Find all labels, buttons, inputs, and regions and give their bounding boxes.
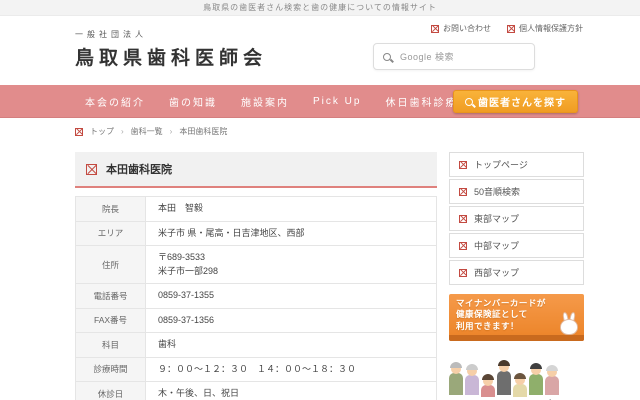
google-search-input[interactable]: Google 検索 — [373, 43, 535, 70]
clinic-title-header: 本田歯科医院 — [75, 152, 437, 188]
sidebar-item-label: 中部マップ — [474, 241, 520, 251]
site-title: 鳥取県歯科医師会 — [75, 48, 268, 69]
sidebar-item-label: 50音順検索 — [474, 187, 521, 197]
row-value: 本田 智毅 — [158, 203, 204, 213]
find-dentist-button[interactable]: 歯医者さんを探す — [453, 90, 578, 113]
privacy-policy-link[interactable]: 個人情報保護方針 — [507, 23, 583, 34]
nav-item-holiday-care[interactable]: 休日歯科診療 — [385, 94, 457, 109]
menu-icon — [459, 160, 467, 169]
clinic-detail-panel: 本田歯科医院 院長 本田 智毅 エリア 米子市 県・尾高・日吉津地区、西部 住所… — [75, 152, 437, 400]
row-label: FAX番号 — [76, 308, 146, 332]
sidebar-item-syllabary-search[interactable]: 50音順検索 — [449, 179, 584, 204]
clinic-name-title: 本田歯科医院 — [106, 164, 172, 176]
sidebar-item-central-map[interactable]: 中部マップ — [449, 233, 584, 258]
breadcrumb: トップ › 歯科一覧 › 本田歯科医院 — [0, 118, 640, 144]
org-type-label: 一般社団法人 — [75, 30, 147, 39]
table-row-fax: FAX番号 0859-37-1356 — [76, 308, 436, 333]
row-value: 0859-37-1356 — [158, 314, 215, 325]
contact-link-label: お問い合わせ — [443, 24, 491, 33]
table-row-subject: 科目 歯科 — [76, 333, 436, 358]
clinic-info-table: 院長 本田 智毅 エリア 米子市 県・尾高・日吉津地区、西部 住所 〒689-3… — [75, 196, 437, 400]
sidebar-item-label: 東部マップ — [474, 214, 520, 224]
home-icon — [75, 127, 83, 136]
menu-icon — [459, 268, 467, 277]
row-value: 米子市 県・尾高・日吉津地区、西部 — [158, 227, 305, 238]
search-placeholder: Google 検索 — [400, 52, 455, 62]
sidebar-item-label: 西部マップ — [474, 268, 520, 278]
banner-line: マイナンバーカードが — [456, 298, 546, 308]
table-row-closed-days: 休診日 木・午後、日、祝日 — [76, 382, 436, 400]
menu-icon — [459, 241, 467, 250]
clinic-icon — [86, 163, 97, 175]
breadcrumb-top[interactable]: トップ — [90, 126, 114, 137]
find-dentist-button-label: 歯医者さんを探す — [478, 98, 566, 109]
row-label: 住所 — [76, 246, 146, 283]
row-value: 歯科 — [158, 339, 177, 349]
nav-item-facilities[interactable]: 施設案内 — [241, 94, 289, 109]
contact-icon — [431, 24, 439, 33]
table-row-hours: 診療時間 ９：００～１２：３０ １４：００～１８：３０ — [76, 357, 436, 382]
sidebar: トップページ 50音順検索 東部マップ 中部マップ 西部マップ マイナンバーカー… — [449, 152, 584, 400]
sidebar-item-west-map[interactable]: 西部マップ — [449, 260, 584, 285]
row-value: 0859-37-1355 — [158, 290, 215, 300]
table-row-area: エリア 米子市 県・尾高・日吉津地区、西部 — [76, 221, 436, 246]
breadcrumb-dental-list[interactable]: 歯科一覧 — [131, 126, 163, 137]
search-icon — [465, 97, 473, 106]
row-label: 電話番号 — [76, 284, 146, 308]
row-label: 休診日 — [76, 382, 146, 400]
sidebar-item-east-map[interactable]: 東部マップ — [449, 206, 584, 231]
site-header: 一般社団法人 鳥取県歯科医師会 お問い合わせ 個人情報保護方針 Google 検… — [0, 16, 640, 85]
lifestage-course-banner[interactable]: ライフステージ別 歯科保健講座 — [449, 351, 584, 400]
breadcrumb-current-page: 本田歯科医院 — [179, 127, 228, 136]
site-tagline: 鳥取県の歯医者さん検索と歯の健康についての情報サイト — [0, 0, 640, 16]
header-links: お問い合わせ 個人情報保護方針 — [353, 23, 583, 34]
nav-item-tooth-knowledge[interactable]: 歯の知識 — [169, 94, 217, 109]
nav-item-pickup[interactable]: Pick Up — [313, 96, 361, 107]
main-nav: 本会の紹介 歯の知識 施設案内 Pick Up 休日歯科診療 歯医者さんを探す — [0, 85, 640, 118]
table-row-address: 住所 〒689-3533 米子市一部298 — [76, 246, 436, 284]
contact-link[interactable]: お問い合わせ — [431, 23, 491, 34]
people-illustration — [449, 351, 584, 397]
menu-icon — [459, 187, 467, 196]
row-label: 診療時間 — [76, 357, 146, 381]
privacy-icon — [507, 24, 515, 33]
sidebar-item-top-page[interactable]: トップページ — [449, 152, 584, 177]
mynumber-card-banner[interactable]: マイナンバーカードが 健康保険証として 利用できます！ — [449, 294, 584, 341]
row-value: ９：００～１２：３０ １４：００～１８：３０ — [158, 363, 357, 374]
row-value: 〒689-3533 米子市一部298 — [158, 252, 219, 276]
site-logo[interactable]: 一般社団法人 鳥取県歯科医師会 — [75, 29, 267, 70]
breadcrumb-separator: › — [121, 127, 124, 136]
row-label: 院長 — [76, 197, 146, 221]
breadcrumb-separator: › — [169, 127, 173, 136]
mynumber-rabbit-mascot-icon — [559, 311, 579, 335]
sidebar-item-label: トップページ — [474, 160, 528, 170]
banner-footer-strip — [449, 335, 584, 341]
menu-icon — [459, 214, 467, 223]
row-value: 木・午後、日、祝日 — [158, 388, 240, 398]
nav-item-about[interactable]: 本会の紹介 — [85, 94, 145, 109]
row-label: エリア — [76, 221, 146, 245]
table-row-director: 院長 本田 智毅 — [76, 197, 436, 222]
search-icon — [383, 52, 391, 61]
row-label: 科目 — [76, 333, 146, 357]
table-row-phone: 電話番号 0859-37-1355 — [76, 284, 436, 309]
privacy-link-label: 個人情報保護方針 — [519, 24, 583, 33]
